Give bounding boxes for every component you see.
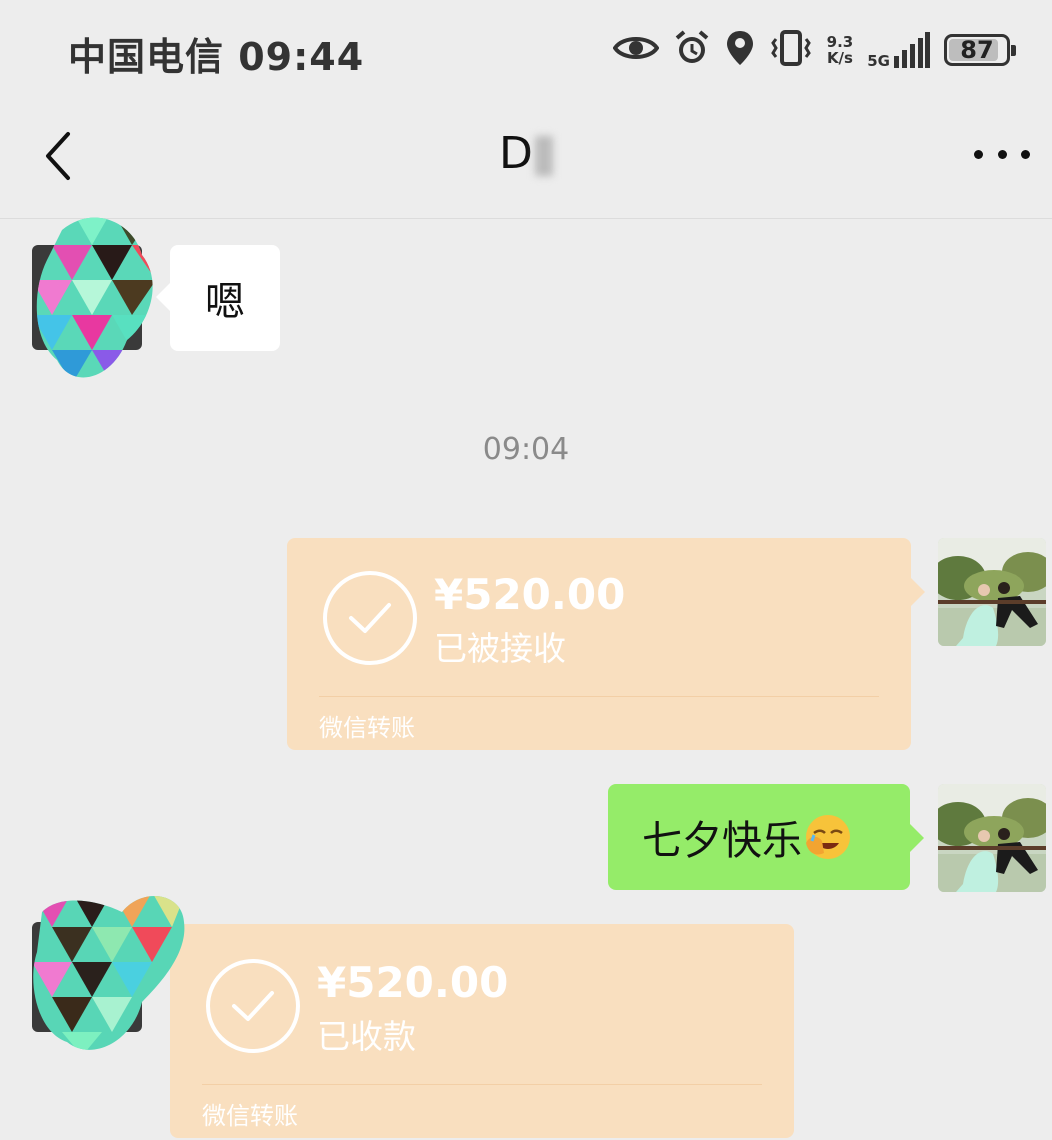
message-text: 七夕快乐 bbox=[642, 818, 802, 864]
check-circle-icon bbox=[323, 571, 417, 665]
transfer-amount: ¥520.00 bbox=[434, 570, 626, 619]
message-text: 嗯 bbox=[205, 279, 245, 325]
alarm-clock-icon bbox=[673, 29, 711, 71]
network-speed: 9.3 K/s bbox=[827, 34, 854, 66]
check-circle-icon bbox=[206, 959, 300, 1053]
contact-avatar[interactable] bbox=[32, 210, 156, 384]
battery-level: 87 bbox=[960, 36, 994, 64]
chat-title: D bbox=[0, 128, 1052, 179]
more-dot-icon bbox=[1021, 149, 1030, 159]
battery-icon: 87 bbox=[944, 34, 1016, 66]
status-bar: 中国电信 09:44 9.3 K/s 5G 87 bbox=[0, 0, 1052, 100]
carrier-and-time: 中国电信 09:44 bbox=[68, 35, 365, 79]
contact-avatar[interactable] bbox=[32, 882, 186, 1056]
more-options-button[interactable] bbox=[974, 134, 1030, 174]
chat-title-text: D bbox=[499, 128, 533, 179]
network-speed-unit: K/s bbox=[826, 49, 853, 67]
more-dot-icon bbox=[997, 149, 1007, 159]
more-dot-icon bbox=[974, 149, 983, 159]
vibrate-icon bbox=[769, 29, 813, 71]
signal-icon: 5G bbox=[867, 32, 930, 70]
transfer-status: 已被接收 bbox=[434, 629, 566, 668]
outgoing-transfer-card[interactable]: ¥520.00 已被接收 微信转账 bbox=[287, 538, 925, 750]
transfer-footer-label: 微信转账 bbox=[202, 1102, 298, 1130]
incoming-message-bubble[interactable]: 嗯 bbox=[156, 245, 280, 351]
incoming-transfer-card[interactable]: ¥520.00 已收款 微信转账 bbox=[170, 924, 794, 1138]
network-type-label: 5G bbox=[867, 52, 890, 70]
divider bbox=[202, 1084, 762, 1085]
transfer-footer-label: 微信转账 bbox=[319, 714, 415, 742]
divider bbox=[319, 696, 879, 697]
message-timestamp: 09:04 bbox=[482, 432, 570, 467]
outgoing-message-bubble[interactable]: 七夕快乐 bbox=[608, 784, 924, 890]
network-speed-value: 9.3 bbox=[826, 33, 854, 51]
status-icons: 9.3 K/s 5G 87 bbox=[612, 28, 1016, 72]
my-avatar[interactable] bbox=[938, 538, 1046, 646]
title-redaction bbox=[534, 136, 553, 176]
transfer-amount: ¥520.00 bbox=[317, 958, 509, 1007]
eye-icon bbox=[612, 33, 660, 67]
my-avatar[interactable] bbox=[938, 784, 1046, 892]
face-palm-emoji-icon bbox=[804, 813, 852, 861]
location-pin-icon bbox=[725, 29, 755, 71]
chat-header: D bbox=[0, 100, 1052, 219]
transfer-status: 已收款 bbox=[317, 1017, 416, 1056]
